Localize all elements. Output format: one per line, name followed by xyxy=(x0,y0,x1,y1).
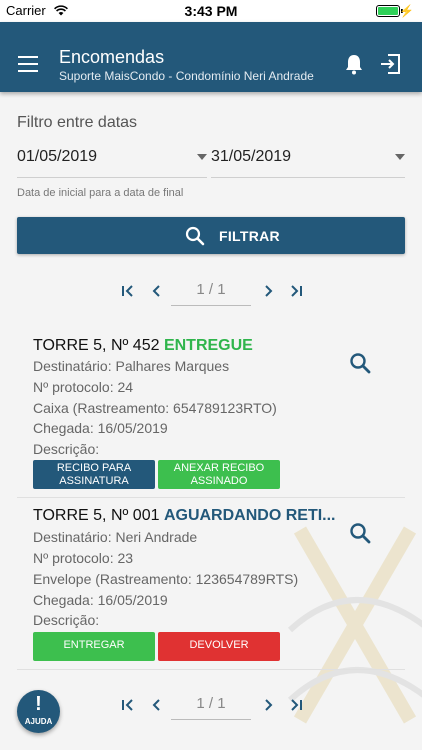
description-text: Descrição: xyxy=(33,612,100,628)
first-page-icon[interactable] xyxy=(121,698,135,712)
status-badge: ENTREGUE xyxy=(163,337,253,354)
package-card: TORRE 5, Nº 001 AGUARDANDO RETI... Desti… xyxy=(17,500,405,670)
next-page-icon[interactable] xyxy=(262,698,274,712)
clock: 3:43 PM xyxy=(184,3,238,19)
filter-button-label: FILTRAR xyxy=(219,228,280,244)
start-date-value: 01/05/2019 xyxy=(17,148,98,165)
search-icon[interactable] xyxy=(349,522,371,544)
pagination-top: 1 / 1 xyxy=(115,278,311,308)
filter-title: Filtro entre datas xyxy=(17,114,138,131)
protocol-text: Nº protocolo: 24 xyxy=(33,379,134,395)
previous-page-icon[interactable] xyxy=(151,284,163,298)
package-card: TORRE 5, Nº 452 ENTREGUE Destinatário: P… xyxy=(17,330,405,498)
page-title: Encomendas xyxy=(59,47,165,67)
package-title: TORRE 5, Nº 001 AGUARDANDO RETI... xyxy=(33,507,336,525)
protocol-text: Nº protocolo: 23 xyxy=(33,550,134,566)
package-location: TORRE 5, Nº 452 xyxy=(33,337,160,354)
tracking-text: Caixa (Rastreamento: 654789123RTO) xyxy=(33,400,277,416)
page-indicator: 1 / 1 xyxy=(171,278,251,306)
chevron-down-icon xyxy=(197,154,207,160)
end-date-select[interactable]: 31/05/2019 xyxy=(211,148,405,178)
battery-icon xyxy=(376,5,403,17)
arrival-text: Chegada: 16/05/2019 xyxy=(33,420,168,436)
page-indicator: 1 / 1 xyxy=(171,692,251,720)
filter-button[interactable]: FILTRAR xyxy=(17,217,405,254)
filter-hint: Data de inicial para a data de final xyxy=(17,187,184,199)
help-button[interactable]: ! AJUDA xyxy=(17,690,60,733)
last-page-icon[interactable] xyxy=(289,698,303,712)
return-button[interactable]: DEVOLVER xyxy=(158,632,280,661)
recipient-text: Destinatário: Neri Andrade xyxy=(33,529,198,545)
last-page-icon[interactable] xyxy=(289,284,303,298)
menu-icon[interactable] xyxy=(18,56,38,72)
start-date-select[interactable]: 01/05/2019 xyxy=(17,148,207,178)
status-bar: Carrier 3:43 PM ⚡ xyxy=(0,0,422,22)
deliver-button[interactable]: ENTREGAR xyxy=(33,632,155,661)
arrival-text: Chegada: 16/05/2019 xyxy=(33,592,168,608)
package-title: TORRE 5, Nº 452 ENTREGUE xyxy=(33,337,253,355)
help-label: AJUDA xyxy=(24,717,53,726)
description-text: Descrição: xyxy=(33,441,100,457)
receipt-for-signature-button[interactable]: RECIBO PARA ASSINATURA xyxy=(33,460,155,489)
previous-page-icon[interactable] xyxy=(151,698,163,712)
search-icon xyxy=(185,226,205,246)
logout-icon[interactable] xyxy=(380,53,402,75)
recipient-text: Destinatário: Palhares Marques xyxy=(33,358,230,374)
bell-icon[interactable] xyxy=(344,53,364,75)
end-date-value: 31/05/2019 xyxy=(211,148,292,165)
app-header: Encomendas Suporte MaisCondo - Condomíni… xyxy=(0,22,422,92)
exclamation-icon: ! xyxy=(35,693,42,715)
package-location: TORRE 5, Nº 001 xyxy=(33,507,160,524)
first-page-icon[interactable] xyxy=(121,284,135,298)
pagination-bottom: 1 / 1 xyxy=(115,692,311,722)
charging-icon: ⚡ xyxy=(399,4,414,18)
next-page-icon[interactable] xyxy=(262,284,274,298)
status-badge: AGUARDANDO RETI... xyxy=(163,507,336,524)
chevron-down-icon xyxy=(395,154,405,160)
tracking-text: Envelope (Rastreamento: 123654789RTS) xyxy=(33,571,299,587)
attach-signed-receipt-button[interactable]: ANEXAR RECIBO ASSINADO xyxy=(158,460,280,489)
page-subtitle: Suporte MaisCondo - Condomínio Neri Andr… xyxy=(59,69,314,83)
search-icon[interactable] xyxy=(349,352,371,374)
